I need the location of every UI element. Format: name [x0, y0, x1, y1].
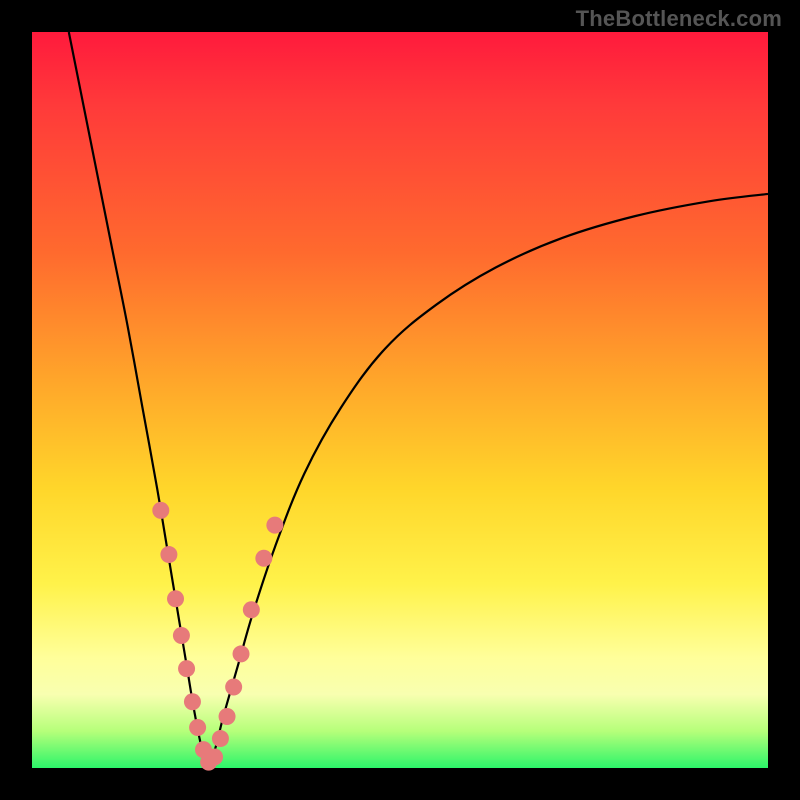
highlight-dot: [152, 502, 169, 519]
highlight-dot: [206, 748, 223, 765]
highlight-dot: [212, 730, 229, 747]
highlight-dot: [255, 550, 272, 567]
highlight-dots-group: [152, 502, 283, 771]
curve-right-branch: [209, 194, 768, 768]
highlight-dot: [189, 719, 206, 736]
chart-frame: TheBottleneck.com: [0, 0, 800, 800]
highlight-dot: [184, 693, 201, 710]
highlight-dot: [266, 517, 283, 534]
highlight-dot: [178, 660, 195, 677]
curve-left-branch: [69, 32, 209, 768]
highlight-dot: [243, 601, 260, 618]
plot-area: [32, 32, 768, 768]
highlight-dot: [167, 590, 184, 607]
highlight-dot: [233, 645, 250, 662]
watermark-text: TheBottleneck.com: [576, 6, 782, 32]
highlight-dot: [173, 627, 190, 644]
curve-layer: [32, 32, 768, 768]
highlight-dot: [160, 546, 177, 563]
highlight-dot: [225, 679, 242, 696]
highlight-dot: [219, 708, 236, 725]
